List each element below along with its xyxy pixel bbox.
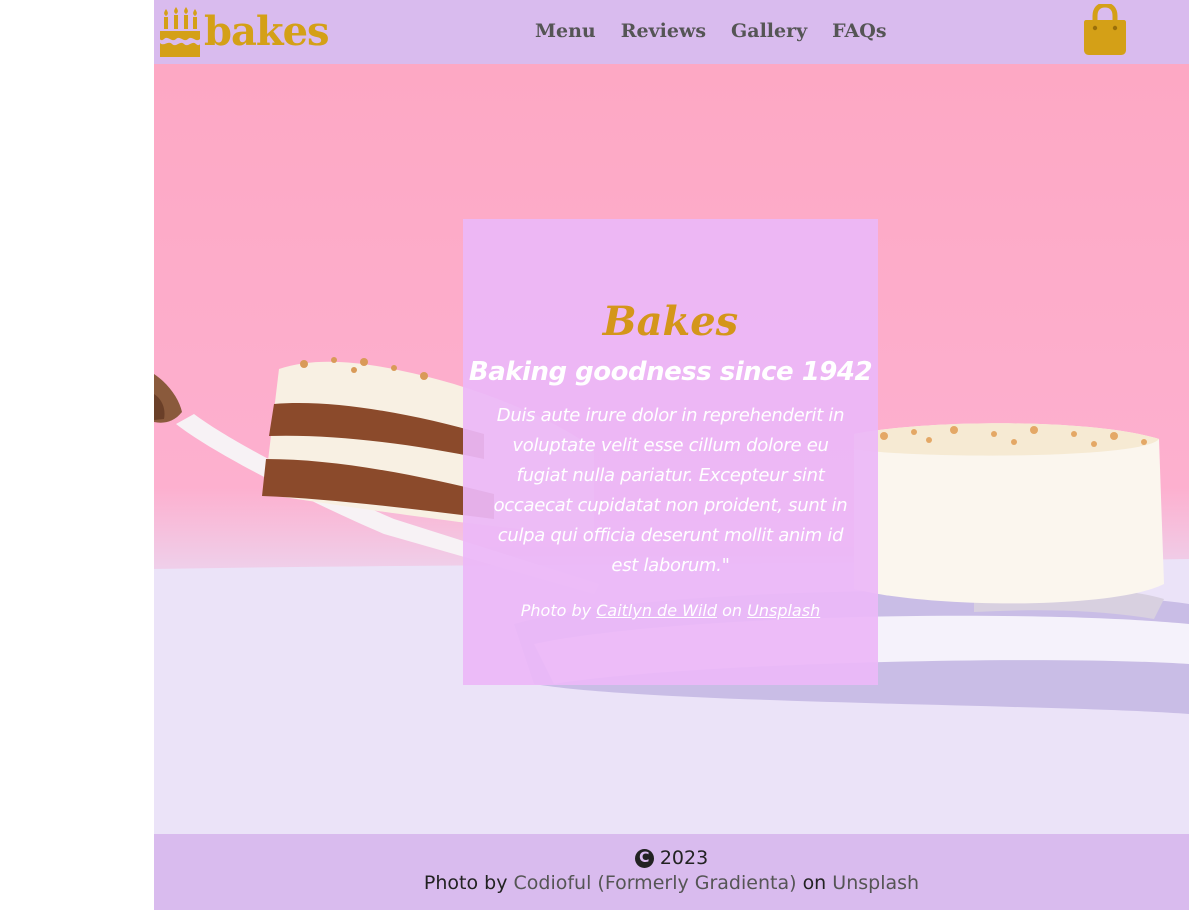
copyright-line: C 2023 xyxy=(154,846,1189,870)
nav-link-menu[interactable]: Menu xyxy=(535,14,596,48)
page: bakes Menu Reviews Gallery FAQs Bakes Ba… xyxy=(154,0,1189,910)
footer-credit-prefix: Photo by xyxy=(423,872,508,894)
footer-credit-middle: on xyxy=(802,872,827,894)
copyright-icon: C xyxy=(634,848,654,868)
main-nav: Menu Reviews Gallery FAQs xyxy=(535,14,887,48)
footer-credit-site-link[interactable]: Unsplash xyxy=(832,872,919,894)
credit-prefix: Photo by xyxy=(520,601,592,620)
nav-link-gallery[interactable]: Gallery xyxy=(731,14,807,48)
footer-credit-author-link[interactable]: Codioful (Formerly Gradienta) xyxy=(514,872,797,894)
footer-photo-credit: Photo by Codioful (Formerly Gradienta) o… xyxy=(154,870,1189,896)
hero-card: Bakes Baking goodness since 1942 Duis au… xyxy=(463,219,878,685)
hero-section: Bakes Baking goodness since 1942 Duis au… xyxy=(154,64,1189,834)
credit-middle: on xyxy=(722,601,743,620)
logo-link[interactable]: bakes xyxy=(158,4,330,60)
credit-author-link[interactable]: Caitlyn de Wild xyxy=(596,601,717,620)
site-footer: C 2023 Photo by Codioful (Formerly Gradi… xyxy=(154,834,1189,910)
credit-site-link[interactable]: Unsplash xyxy=(747,601,820,620)
site-header: bakes Menu Reviews Gallery FAQs xyxy=(154,0,1189,64)
hero-description: Duis aute irure dolor in reprehenderit i… xyxy=(493,405,848,576)
copyright-year: 2023 xyxy=(659,847,709,869)
hero-subtitle: Baking goodness since 1942 xyxy=(468,357,873,387)
hero-photo-credit: Photo by Caitlyn de Wild on Unsplash xyxy=(463,599,878,623)
birthday-cake-icon xyxy=(160,7,200,57)
nav-link-faqs[interactable]: FAQs xyxy=(832,14,886,48)
nav-link-reviews[interactable]: Reviews xyxy=(621,14,706,48)
hero-title: Bakes xyxy=(602,298,739,345)
logo-text: bakes xyxy=(204,8,330,55)
shopping-bag-icon[interactable] xyxy=(1082,4,1128,56)
